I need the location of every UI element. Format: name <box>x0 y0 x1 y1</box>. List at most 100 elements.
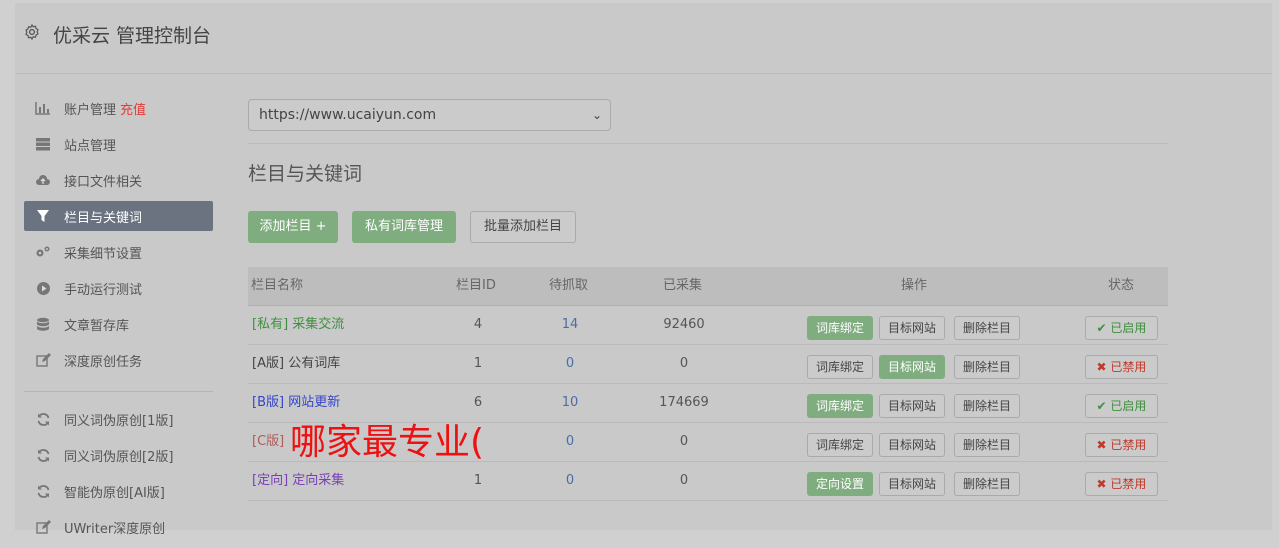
sidebar-item[interactable]: 智能伪原创[AI版] <box>24 476 213 506</box>
refresh-icon <box>34 483 52 499</box>
section-title: 栏目与关键词 <box>248 163 363 185</box>
sidebar-item-label: 同义词伪原创[1版] <box>64 413 174 429</box>
pending-count[interactable]: 0 <box>540 423 600 461</box>
pending-count[interactable]: 0 <box>540 345 600 383</box>
columns-table: 栏目名称 栏目ID 待抓取 已采集 操作 状态 [私有] 采集交流 4 14 9246… <box>248 267 1168 501</box>
status-toggle[interactable]: ✔ 已启用 <box>1085 394 1158 418</box>
cogs-icon <box>34 244 52 260</box>
sidebar-item-label: 接口文件相关 <box>64 174 143 190</box>
x-icon: ✖ <box>1096 360 1111 374</box>
collected-count: 0 <box>679 434 689 449</box>
sidebar-item-label: 同义词伪原创[2版] <box>64 449 174 465</box>
sidebar-item[interactable]: UWriter深度原创 <box>24 512 213 542</box>
header-collected: 已采集 <box>663 278 703 293</box>
site-select[interactable]: https://www.ucaiyun.com ⌄ <box>248 99 611 131</box>
sidebar-item[interactable]: 文章暂存库 <box>24 309 213 339</box>
column-id: 1 <box>473 356 483 371</box>
pending-count[interactable]: 10 <box>540 384 600 422</box>
divider <box>248 143 1168 144</box>
delete-column-button[interactable]: 删除栏目 <box>954 394 1021 418</box>
column-name-cell[interactable]: [定向] 定向采集 <box>252 462 344 500</box>
target-site-button[interactable]: 目标网站 <box>879 355 946 379</box>
bar-chart-icon <box>34 100 52 116</box>
x-icon: ✖ <box>1096 438 1111 452</box>
column-tag: [B版] <box>252 395 285 410</box>
database-icon <box>34 316 52 332</box>
sidebar-item[interactable]: 接口文件相关 <box>24 165 213 195</box>
lexicon-bind-button[interactable]: 词库绑定 <box>807 433 874 457</box>
lexicon-bind-button[interactable]: 词库绑定 <box>807 355 874 379</box>
column-name-cell[interactable]: [C版] <box>252 423 284 461</box>
column-tag: [私有] <box>252 317 289 332</box>
edit-icon <box>34 352 52 368</box>
add-column-button[interactable]: 添加栏目 + <box>248 211 338 243</box>
lexicon-bind-button[interactable]: 词库绑定 <box>807 316 874 340</box>
pending-count[interactable]: 14 <box>540 306 600 344</box>
app-title: 优采云 管理控制台 <box>53 25 212 47</box>
delete-column-button[interactable]: 删除栏目 <box>954 316 1021 340</box>
sidebar-item[interactable]: 采集细节设置 <box>24 237 213 267</box>
column-name: 公有词库 <box>288 356 341 371</box>
gear-icon[interactable] <box>23 23 41 41</box>
column-tag: [A版] <box>252 356 285 371</box>
delete-column-button[interactable]: 删除栏目 <box>954 433 1021 457</box>
sidebar-item-label: 手动运行测试 <box>64 282 143 298</box>
column-name-cell[interactable]: [A版] 公有词库 <box>252 345 340 383</box>
collected-count: 0 <box>679 356 689 371</box>
site-select-value: https://www.ucaiyun.com <box>259 107 437 123</box>
target-site-button[interactable]: 目标网站 <box>879 472 946 496</box>
sidebar-item-label: 账户管理 <box>64 102 117 118</box>
status-label: 已禁用 <box>1110 360 1147 374</box>
cloud-upload-icon <box>34 172 52 188</box>
sidebar-divider <box>24 391 213 392</box>
sidebar-item-label: 采集细节设置 <box>64 246 143 262</box>
sidebar-item[interactable]: 同义词伪原创[1版] <box>24 404 213 434</box>
batch-add-column-button[interactable]: 批量添加栏目 <box>470 211 576 243</box>
sidebar-item-label: 站点管理 <box>64 138 117 154</box>
lexicon-bind-button[interactable]: 定向设置 <box>807 472 874 496</box>
column-tag: [C版] <box>252 434 285 449</box>
collected-count: 92460 <box>663 317 705 332</box>
chevron-down-icon: ⌄ <box>591 108 602 122</box>
filter-icon <box>34 208 52 224</box>
header-pending: 待抓取 <box>549 278 589 293</box>
sidebar-item[interactable]: 栏目与关键词 <box>24 201 213 231</box>
pending-count[interactable]: 0 <box>540 462 600 500</box>
table-row: [私有] 采集交流 4 14 92460 词库绑定 目标网站 删除栏目 ✔ 已启用 <box>248 306 1168 345</box>
header-column-id: 栏目ID <box>456 278 496 293</box>
sidebar-item[interactable]: 手动运行测试 <box>24 273 213 303</box>
private-lexicon-button[interactable]: 私有词库管理 <box>352 211 456 243</box>
play-circle-icon <box>34 280 52 296</box>
status-toggle[interactable]: ✖ 已禁用 <box>1085 472 1158 496</box>
header-actions: 操作 <box>901 278 928 293</box>
table-row: [定向] 定向采集 1 0 0 定向设置 目标网站 删除栏目 ✖ 已禁用 <box>248 462 1168 501</box>
lexicon-bind-button[interactable]: 词库绑定 <box>807 394 874 418</box>
sidebar-item[interactable]: 深度原创任务 <box>24 345 213 375</box>
table-header: 栏目名称 栏目ID 待抓取 已采集 操作 状态 <box>248 267 1168 306</box>
delete-column-button[interactable]: 删除栏目 <box>954 472 1021 496</box>
check-icon: ✔ <box>1096 399 1111 413</box>
sidebar-item[interactable]: 同义词伪原创[2版] <box>24 440 213 470</box>
column-name-cell[interactable]: [私有] 采集交流 <box>252 306 344 344</box>
column-name: 网站更新 <box>288 395 341 410</box>
status-toggle[interactable]: ✖ 已禁用 <box>1085 433 1158 457</box>
server-icon <box>34 136 52 152</box>
collected-count: 174669 <box>659 395 709 410</box>
target-site-button[interactable]: 目标网站 <box>879 433 946 457</box>
overlay-text: 哪家最专业( <box>290 422 485 463</box>
delete-column-button[interactable]: 删除栏目 <box>954 355 1021 379</box>
x-icon: ✖ <box>1096 477 1111 491</box>
column-name: 定向采集 <box>292 473 345 488</box>
status-toggle[interactable]: ✔ 已启用 <box>1085 316 1158 340</box>
sidebar-item[interactable]: 站点管理 <box>24 129 213 159</box>
sidebar-item[interactable]: 账户管理 充值 <box>24 93 213 123</box>
header-status: 状态 <box>1108 278 1135 293</box>
sidebar-item-label: 栏目与关键词 <box>64 210 143 226</box>
target-site-button[interactable]: 目标网站 <box>879 394 946 418</box>
top-bar: 优采云 管理控制台 <box>15 3 1272 74</box>
target-site-button[interactable]: 目标网站 <box>879 316 946 340</box>
status-toggle[interactable]: ✖ 已禁用 <box>1085 355 1158 379</box>
sidebar-item-label: UWriter深度原创 <box>64 521 166 537</box>
recharge-link[interactable]: 充值 <box>120 99 146 118</box>
column-id: 4 <box>473 317 483 332</box>
